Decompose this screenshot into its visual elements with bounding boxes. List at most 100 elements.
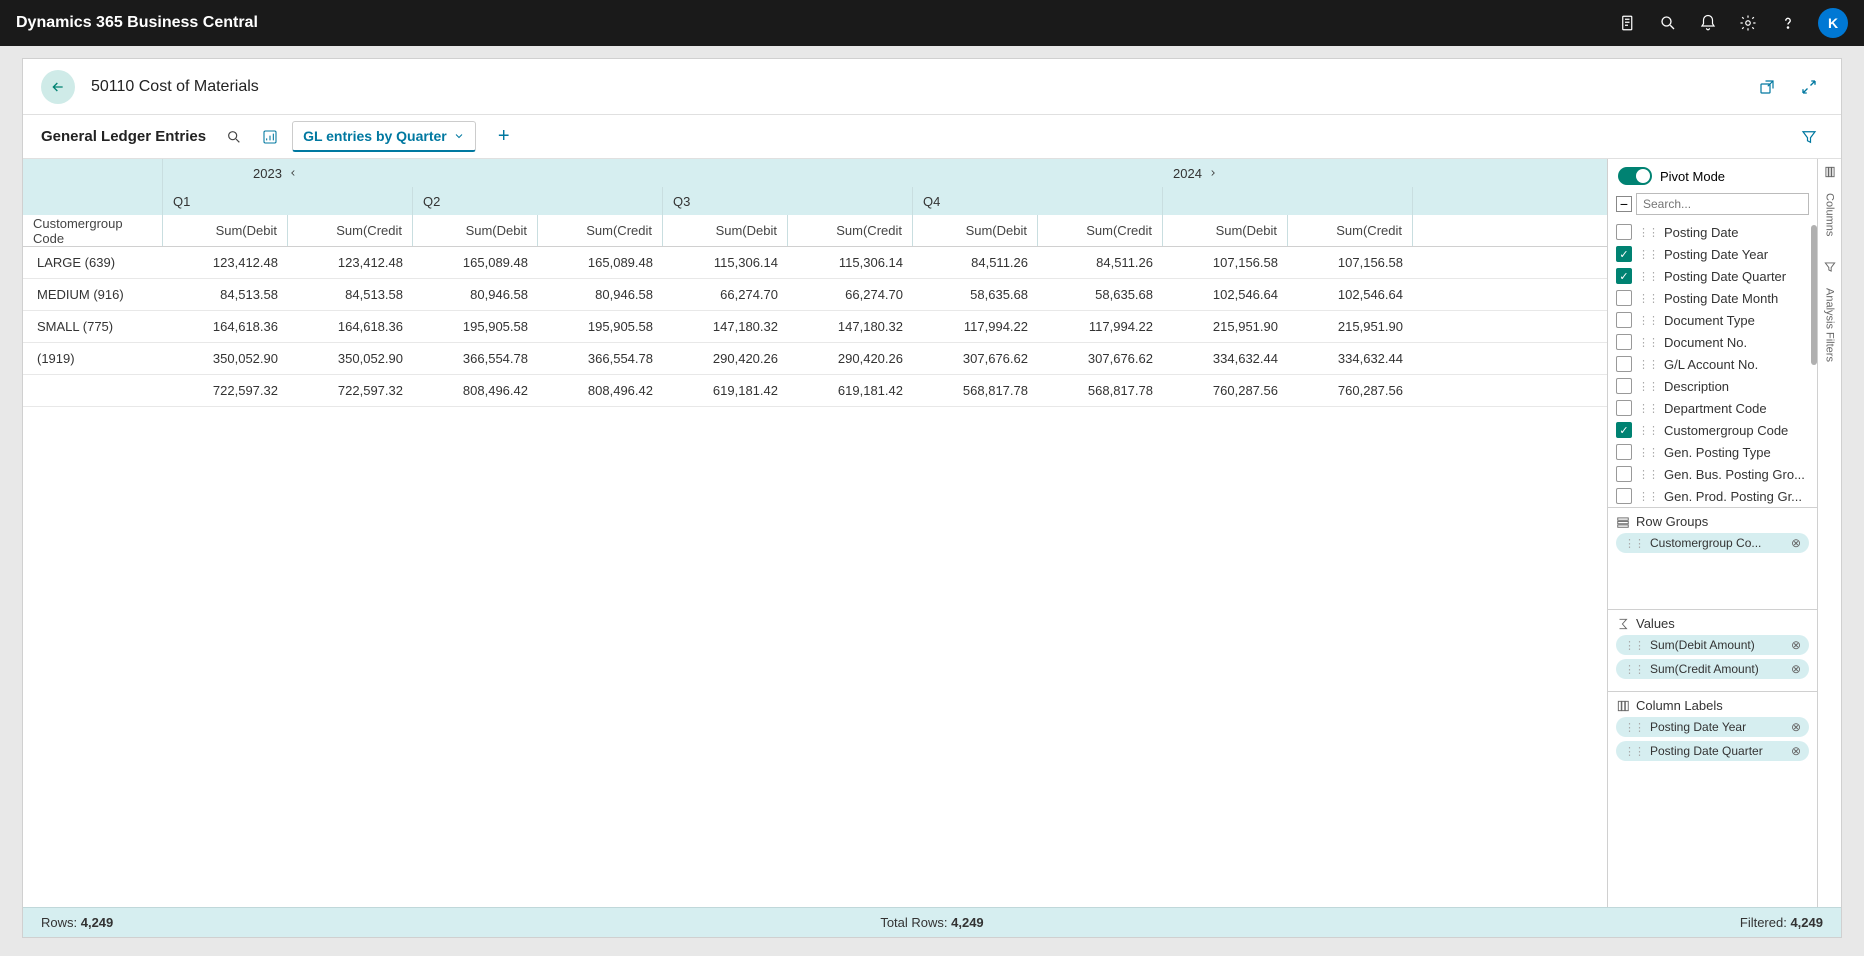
- table-row[interactable]: (1919)350,052.90350,052.90366,554.78366,…: [23, 343, 1607, 375]
- drag-handle-icon[interactable]: ⋮⋮: [1638, 468, 1658, 481]
- column-header[interactable]: Sum(Debit: [913, 215, 1038, 246]
- remove-icon[interactable]: ⊗: [1791, 638, 1801, 652]
- table-row[interactable]: LARGE (639)123,412.48123,412.48165,089.4…: [23, 247, 1607, 279]
- drag-handle-icon[interactable]: ⋮⋮: [1638, 292, 1658, 305]
- quarter-header[interactable]: Q3: [663, 187, 913, 215]
- year-header-2023[interactable]: 2023: [163, 166, 1163, 181]
- add-tab-button[interactable]: +: [490, 123, 518, 151]
- drag-handle-icon[interactable]: ⋮⋮: [1638, 248, 1658, 261]
- field-checkbox[interactable]: [1616, 400, 1632, 416]
- table-row[interactable]: MEDIUM (916)84,513.5884,513.5880,946.588…: [23, 279, 1607, 311]
- table-row[interactable]: SMALL (775)164,618.36164,618.36195,905.5…: [23, 311, 1607, 343]
- field-checkbox[interactable]: [1616, 290, 1632, 306]
- field-item[interactable]: ✓⋮⋮Posting Date Quarter: [1616, 265, 1809, 287]
- column-header[interactable]: Sum(Debit: [663, 215, 788, 246]
- field-search-input[interactable]: [1636, 193, 1809, 215]
- drag-handle-icon[interactable]: ⋮⋮: [1624, 663, 1644, 676]
- remove-icon[interactable]: ⊗: [1791, 662, 1801, 676]
- settings-icon[interactable]: [1738, 13, 1758, 33]
- column-header[interactable]: Sum(Debit: [413, 215, 538, 246]
- field-checkbox[interactable]: ✓: [1616, 422, 1632, 438]
- pill[interactable]: ⋮⋮ Customergroup Co... ⊗: [1616, 533, 1809, 553]
- column-header[interactable]: Sum(Credit: [288, 215, 413, 246]
- row-label-header[interactable]: Customergroup Code: [23, 215, 163, 246]
- field-checkbox[interactable]: [1616, 466, 1632, 482]
- columns-tab[interactable]: Columns: [1824, 193, 1836, 236]
- drag-handle-icon[interactable]: ⋮⋮: [1638, 226, 1658, 239]
- field-checkbox[interactable]: [1616, 224, 1632, 240]
- drag-handle-icon[interactable]: ⋮⋮: [1638, 446, 1658, 459]
- popout-icon[interactable]: [1753, 73, 1781, 101]
- collapse-icon[interactable]: [1795, 73, 1823, 101]
- column-header[interactable]: Sum(Debit: [163, 215, 288, 246]
- table-row[interactable]: 722,597.32722,597.32808,496.42808,496.42…: [23, 375, 1607, 407]
- field-item[interactable]: ✓⋮⋮Customergroup Code: [1616, 419, 1809, 441]
- help-icon[interactable]: [1778, 13, 1798, 33]
- remove-icon[interactable]: ⊗: [1791, 744, 1801, 758]
- remove-icon[interactable]: ⊗: [1791, 720, 1801, 734]
- field-item[interactable]: ⋮⋮Posting Date Month: [1616, 287, 1809, 309]
- drag-handle-icon[interactable]: ⋮⋮: [1624, 721, 1644, 734]
- year-header-2024[interactable]: 2024: [1163, 166, 1228, 181]
- filter-icon[interactable]: [1795, 123, 1823, 151]
- remove-icon[interactable]: ⊗: [1791, 536, 1801, 550]
- field-checkbox[interactable]: [1616, 334, 1632, 350]
- tab-gl-entries-quarter[interactable]: GL entries by Quarter: [292, 121, 476, 152]
- field-item[interactable]: ⋮⋮Gen. Bus. Posting Gro...: [1616, 463, 1809, 485]
- pivot-panel: Pivot Mode − ⋮⋮Posting Date✓⋮⋮Posting Da…: [1607, 159, 1817, 907]
- field-checkbox[interactable]: [1616, 312, 1632, 328]
- collapse-all-icon[interactable]: −: [1616, 196, 1632, 212]
- column-header[interactable]: Sum(Credit: [1038, 215, 1163, 246]
- scrollbar-thumb[interactable]: [1811, 225, 1817, 365]
- field-item[interactable]: ✓⋮⋮Posting Date Year: [1616, 243, 1809, 265]
- drag-handle-icon[interactable]: ⋮⋮: [1638, 270, 1658, 283]
- quarter-header[interactable]: Q4: [913, 187, 1163, 215]
- field-checkbox[interactable]: [1616, 488, 1632, 504]
- field-item[interactable]: ⋮⋮Description: [1616, 375, 1809, 397]
- back-button[interactable]: [41, 70, 75, 104]
- pill[interactable]: ⋮⋮Sum(Credit Amount)⊗: [1616, 659, 1809, 679]
- columns-tab-icon[interactable]: [1823, 165, 1837, 179]
- analysis-filters-tab[interactable]: Analysis Filters: [1824, 288, 1836, 362]
- field-item[interactable]: ⋮⋮Posting Date: [1616, 221, 1809, 243]
- field-checkbox[interactable]: [1616, 444, 1632, 460]
- field-item[interactable]: ⋮⋮Gen. Posting Type: [1616, 441, 1809, 463]
- column-header[interactable]: Sum(Debit: [1163, 215, 1288, 246]
- field-checkbox[interactable]: ✓: [1616, 246, 1632, 262]
- field-checkbox[interactable]: [1616, 356, 1632, 372]
- drag-handle-icon[interactable]: ⋮⋮: [1638, 402, 1658, 415]
- drag-handle-icon[interactable]: ⋮⋮: [1638, 490, 1658, 503]
- drag-handle-icon[interactable]: ⋮⋮: [1638, 314, 1658, 327]
- column-header[interactable]: Sum(Credit: [1288, 215, 1413, 246]
- pill[interactable]: ⋮⋮Posting Date Year⊗: [1616, 717, 1809, 737]
- field-item[interactable]: ⋮⋮Document No.: [1616, 331, 1809, 353]
- drag-handle-icon[interactable]: ⋮⋮: [1638, 336, 1658, 349]
- pill-label: Customergroup Co...: [1650, 536, 1761, 550]
- drag-handle-icon[interactable]: ⋮⋮: [1624, 537, 1644, 550]
- field-item[interactable]: ⋮⋮G/L Account No.: [1616, 353, 1809, 375]
- quarter-header[interactable]: Q2: [413, 187, 663, 215]
- field-item[interactable]: ⋮⋮Department Code: [1616, 397, 1809, 419]
- quarter-header[interactable]: Q1: [163, 187, 413, 215]
- field-checkbox[interactable]: ✓: [1616, 268, 1632, 284]
- search-icon[interactable]: [1658, 13, 1678, 33]
- drag-handle-icon[interactable]: ⋮⋮: [1624, 639, 1644, 652]
- field-item[interactable]: ⋮⋮Gen. Prod. Posting Gr...: [1616, 485, 1809, 507]
- column-header[interactable]: Sum(Credit: [788, 215, 913, 246]
- toolbar-search-icon[interactable]: [220, 123, 248, 151]
- drag-handle-icon[interactable]: ⋮⋮: [1638, 424, 1658, 437]
- filters-tab-icon[interactable]: [1823, 260, 1837, 274]
- notification-icon[interactable]: [1698, 13, 1718, 33]
- pill[interactable]: ⋮⋮Posting Date Quarter⊗: [1616, 741, 1809, 761]
- user-avatar[interactable]: K: [1818, 8, 1848, 38]
- document-icon[interactable]: [1618, 13, 1638, 33]
- column-header[interactable]: Sum(Credit: [538, 215, 663, 246]
- field-item[interactable]: ⋮⋮Document Type: [1616, 309, 1809, 331]
- drag-handle-icon[interactable]: ⋮⋮: [1638, 380, 1658, 393]
- toolbar-analysis-icon[interactable]: [256, 123, 284, 151]
- pivot-mode-toggle[interactable]: [1618, 167, 1652, 185]
- pill[interactable]: ⋮⋮Sum(Debit Amount)⊗: [1616, 635, 1809, 655]
- drag-handle-icon[interactable]: ⋮⋮: [1638, 358, 1658, 371]
- field-checkbox[interactable]: [1616, 378, 1632, 394]
- drag-handle-icon[interactable]: ⋮⋮: [1624, 745, 1644, 758]
